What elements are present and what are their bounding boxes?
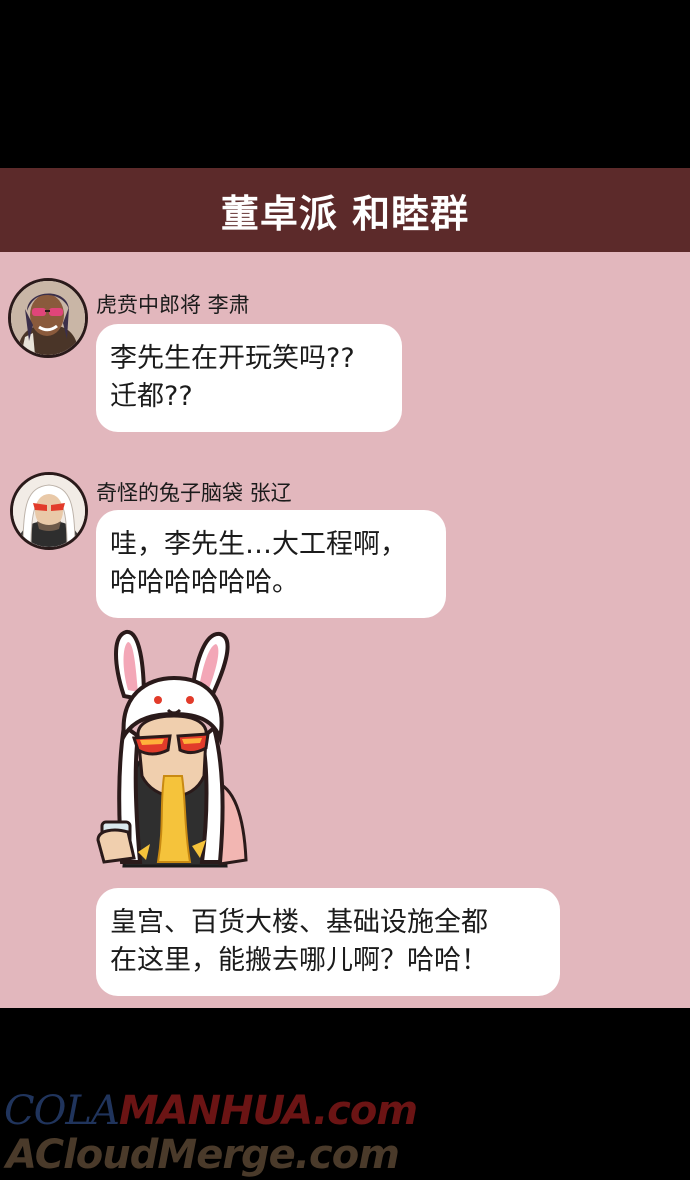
chat-area[interactable]: 虎贲中郎将 李肃 李先生在开玩笑吗?? 迁都?? 奇怪的兔子脑袋 张辽 哇，李先… xyxy=(0,252,690,1008)
message-bubble[interactable]: 李先生在开玩笑吗?? 迁都?? xyxy=(96,324,402,432)
watermark-line-1: COLAMANHUA.com xyxy=(4,1088,418,1134)
message-bubble[interactable]: 皇宫、百货大楼、基础设施全都 在这里，能搬去哪儿啊？哈哈！ xyxy=(96,888,560,996)
watermark-manhua: MANHUA.com xyxy=(118,1088,418,1134)
message-text: 皇宫、百货大楼、基础设施全都 xyxy=(110,907,488,938)
avatar-li-su[interactable] xyxy=(8,278,88,358)
message-text: 哈哈哈哈哈哈。 xyxy=(110,567,299,598)
watermark-line-2: ACloudMerge.com xyxy=(6,1132,400,1178)
chat-header: 董卓派 和睦群 xyxy=(0,168,690,252)
sticker-image[interactable] xyxy=(94,626,254,874)
man-with-pink-sunglasses-icon xyxy=(11,281,85,355)
rabbit-hood-man-icon xyxy=(13,475,85,547)
message-text: 李先生在开玩笑吗?? xyxy=(110,343,355,374)
sender-name: 奇怪的兔子脑袋 张辽 xyxy=(96,481,292,505)
message-text: 迁都?? xyxy=(110,381,193,412)
message-text: 在这里，能搬去哪儿啊？哈哈！ xyxy=(110,945,488,976)
watermark: COLAMANHUA.com ACloudMerge.com xyxy=(0,1088,690,1178)
rabbit-hood-man-spitting-drink-icon xyxy=(96,630,248,868)
avatar-zhang-liao[interactable] xyxy=(10,472,88,550)
group-title: 董卓派 和睦群 xyxy=(220,191,470,236)
watermark-cola: COLA xyxy=(4,1088,120,1134)
message-bubble[interactable]: 哇，李先生…大工程啊， 哈哈哈哈哈哈。 xyxy=(96,510,446,618)
message-text: 哇，李先生…大工程啊， xyxy=(110,529,407,560)
sender-name: 虎贲中郎将 李肃 xyxy=(96,293,250,317)
